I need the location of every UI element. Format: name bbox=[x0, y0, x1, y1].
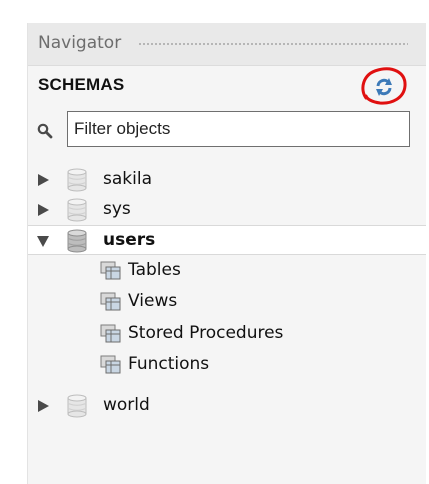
refresh-icon bbox=[376, 78, 392, 96]
expand-arrow-icon[interactable] bbox=[38, 204, 49, 216]
navigator-title: Navigator bbox=[38, 33, 124, 53]
schema-label: sakila bbox=[103, 169, 152, 189]
navigator-header: Navigator bbox=[28, 23, 426, 66]
search-icon bbox=[37, 123, 53, 139]
views-folder-icon bbox=[100, 292, 121, 311]
tree-item-label: Stored Procedures bbox=[128, 323, 284, 343]
tree-item-label: Functions bbox=[128, 354, 210, 374]
schemas-section-title: SCHEMAS bbox=[38, 75, 125, 94]
schema-row-users[interactable]: users bbox=[28, 225, 426, 255]
tree-item-functions[interactable]: Functions bbox=[28, 350, 426, 380]
navigator-panel: Navigator SCHEMAS sakila bbox=[27, 23, 426, 484]
tree-item-stored-procedures[interactable]: Stored Procedures bbox=[28, 319, 426, 349]
database-icon bbox=[67, 168, 87, 192]
tree-item-label: Tables bbox=[128, 260, 181, 280]
tree-item-views[interactable]: Views bbox=[28, 287, 426, 317]
filter-objects-input[interactable] bbox=[67, 111, 410, 147]
schema-row-world[interactable]: world bbox=[28, 391, 426, 421]
tree-item-label: Views bbox=[128, 291, 178, 311]
schema-label: sys bbox=[103, 199, 131, 219]
schema-label: world bbox=[103, 395, 150, 415]
procedures-folder-icon bbox=[100, 324, 121, 343]
database-icon bbox=[67, 229, 87, 253]
collapse-arrow-icon[interactable] bbox=[37, 236, 49, 247]
refresh-button[interactable] bbox=[358, 66, 410, 106]
expand-arrow-icon[interactable] bbox=[38, 400, 49, 412]
expand-arrow-icon[interactable] bbox=[38, 174, 49, 186]
database-icon bbox=[67, 394, 87, 418]
tree-item-tables[interactable]: Tables bbox=[28, 256, 426, 286]
header-grip bbox=[138, 42, 408, 47]
functions-folder-icon bbox=[100, 355, 121, 374]
database-icon bbox=[67, 198, 87, 222]
schema-row-sys[interactable]: sys bbox=[28, 195, 426, 225]
schema-label: users bbox=[103, 230, 156, 250]
tables-folder-icon bbox=[100, 261, 121, 280]
schema-row-sakila[interactable]: sakila bbox=[28, 165, 426, 195]
